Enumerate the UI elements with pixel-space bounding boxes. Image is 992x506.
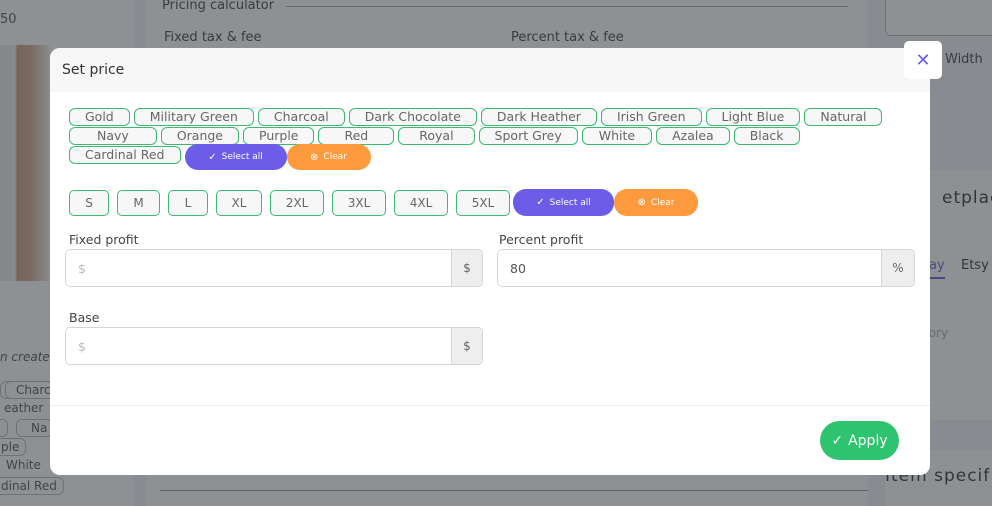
fixed-profit-field: Fixed profit $ <box>65 232 483 287</box>
size-chip-list: S M L XL 2XL 3XL 4XL 5XL ✓ Select all ⊗ … <box>69 189 698 216</box>
size-chip[interactable]: 5XL <box>456 189 510 216</box>
colors-select-all-button[interactable]: ✓ Select all <box>184 144 287 170</box>
color-chip[interactable]: Orange <box>160 127 239 145</box>
modal-title: Set price <box>62 62 125 78</box>
close-button[interactable]: ✕ <box>904 41 942 79</box>
base-input[interactable] <box>66 328 451 364</box>
color-chip[interactable]: Dark Chocolate <box>348 108 477 126</box>
color-chip[interactable]: Royal <box>398 127 475 145</box>
select-all-label: Select all <box>549 197 591 208</box>
select-all-label: Select all <box>221 152 263 162</box>
color-chip[interactable]: Azalea <box>656 127 730 145</box>
size-chip[interactable]: 2XL <box>270 189 324 216</box>
size-chip[interactable]: L <box>168 189 208 216</box>
apply-button[interactable]: ✓ Apply <box>820 421 899 460</box>
circle-x-icon: ⊗ <box>310 151 319 163</box>
fixed-profit-input-group: $ <box>65 249 483 287</box>
fixed-profit-input[interactable] <box>66 250 451 286</box>
check-icon: ✓ <box>536 197 545 208</box>
set-price-modal: Set price Gold Military Green Charcoal D… <box>50 48 930 475</box>
size-chip[interactable]: 4XL <box>394 189 448 216</box>
color-chip[interactable]: Military Green <box>133 108 254 126</box>
color-chip-list: Gold Military Green Charcoal Dark Chocol… <box>69 108 889 170</box>
color-chip[interactable]: Dark Heather <box>480 108 597 126</box>
color-chip[interactable]: Gold <box>69 108 130 126</box>
close-icon: ✕ <box>915 49 931 71</box>
modal-footer <box>50 405 930 406</box>
check-icon: ✓ <box>208 151 217 163</box>
clear-label: Clear <box>650 197 675 208</box>
check-icon: ✓ <box>831 432 844 449</box>
color-chip[interactable]: Red <box>318 127 395 145</box>
circle-x-icon: ⊗ <box>637 197 646 208</box>
size-chip[interactable]: XL <box>216 189 262 216</box>
sizes-clear-button[interactable]: ⊗ Clear <box>614 189 698 216</box>
color-chip[interactable]: Natural <box>804 108 883 126</box>
color-chip[interactable]: Purple <box>243 127 315 145</box>
sizes-select-all-button[interactable]: ✓ Select all <box>513 189 614 216</box>
dollar-addon: $ <box>451 250 482 286</box>
color-chip[interactable]: Sport Grey <box>478 127 578 145</box>
size-chip[interactable]: 3XL <box>332 189 386 216</box>
size-chip[interactable]: S <box>69 189 109 216</box>
dollar-addon: $ <box>451 328 482 364</box>
percent-addon: % <box>881 250 914 286</box>
color-chip[interactable]: Charcoal <box>257 108 345 126</box>
percent-profit-field: Percent profit % <box>497 232 915 287</box>
color-chip[interactable]: Navy <box>69 127 157 145</box>
apply-label: Apply <box>848 432 888 449</box>
base-label: Base <box>69 310 100 325</box>
clear-label: Clear <box>323 152 347 162</box>
percent-profit-input-group: % <box>497 249 915 287</box>
fixed-profit-label: Fixed profit <box>69 232 139 247</box>
colors-clear-button[interactable]: ⊗ Clear <box>286 144 371 170</box>
color-chip[interactable]: White <box>581 127 653 145</box>
base-input-group: $ <box>65 327 483 365</box>
modal-header: Set price <box>50 48 930 92</box>
color-chip[interactable]: Irish Green <box>600 108 702 126</box>
percent-profit-label: Percent profit <box>499 232 584 247</box>
color-chip[interactable]: Light Blue <box>705 108 801 126</box>
size-chip[interactable]: M <box>117 189 160 216</box>
percent-profit-input[interactable] <box>498 250 881 286</box>
color-chip[interactable]: Cardinal Red <box>69 146 181 164</box>
color-chip[interactable]: Black <box>733 127 800 145</box>
base-field: Base $ <box>65 310 483 365</box>
